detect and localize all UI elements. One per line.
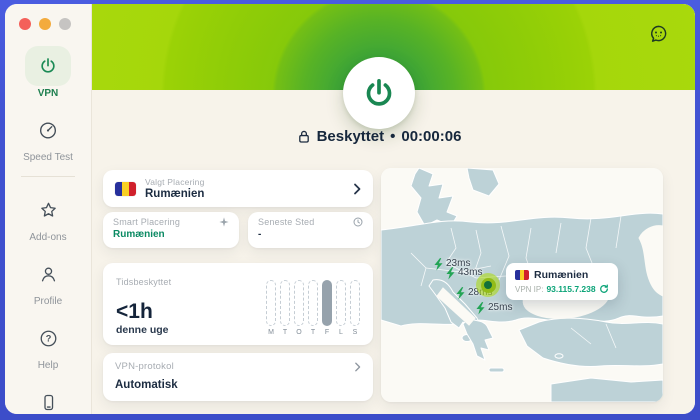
sidebar-item-label: VPN (38, 88, 59, 99)
sidebar-item-label: Profile (34, 296, 62, 307)
day-label: O (294, 329, 304, 336)
last-location-label: Seneste Sted (258, 217, 314, 227)
sidebar-item-speed-test[interactable]: Speed Test (23, 110, 73, 163)
day-label: T (308, 329, 318, 336)
day-label: S (350, 329, 360, 336)
svg-text:?: ? (45, 333, 51, 343)
usage-bar (280, 280, 290, 326)
vpn-ip-label: VPN IP: (515, 285, 543, 294)
close-icon[interactable] (19, 18, 31, 30)
connected-location-marker (476, 273, 500, 297)
smart-location-value: Rumænien (113, 229, 229, 240)
selected-location-value: Rumænien (145, 188, 344, 200)
window-controls (19, 18, 71, 30)
status-label: Beskyttet (317, 128, 385, 145)
day-labels: M T O T F L S (266, 329, 360, 336)
chevron-right-icon (353, 183, 361, 195)
sidebar-item-label: Add-ons (29, 232, 66, 243)
sidebar: VPN Speed Test Add-ons (5, 4, 92, 414)
bolt-icon (433, 258, 444, 271)
help-circle-icon: ? (25, 318, 71, 358)
romania-flag-icon (515, 270, 529, 280)
time-protected-value: <1h (116, 301, 169, 322)
sidebar-item-vpn[interactable]: VPN (25, 46, 71, 99)
user-icon (25, 254, 71, 294)
latency-pin: 25ms (475, 302, 512, 315)
usage-bar (336, 280, 346, 326)
bolt-icon (475, 302, 486, 315)
vpn-protocol-label: VPN-protokol (115, 361, 174, 372)
connection-status: Beskyttet • 00:00:06 (92, 128, 666, 145)
usage-bar (294, 280, 304, 326)
bolt-icon (445, 267, 456, 280)
sidebar-divider (21, 176, 75, 177)
tooltip-country: Rumænien (534, 269, 588, 281)
clock-icon (353, 217, 363, 227)
power-icon (25, 46, 71, 86)
smart-location-label: Smart Placering (113, 217, 180, 227)
chevron-right-icon (354, 362, 361, 372)
desktop-background: VPN Speed Test Add-ons (0, 0, 700, 420)
bolt-icon (455, 287, 466, 300)
last-location-value: - (258, 229, 363, 240)
latency-value: 25ms (488, 302, 512, 313)
smart-location-card[interactable]: Smart Placering Rumænien (103, 212, 239, 248)
main-area: Beskyttet • 00:00:06 Valgt Placering Rum… (92, 4, 695, 414)
last-location-card[interactable]: Seneste Sted - (248, 212, 373, 248)
sidebar-item-label: Speed Test (23, 152, 73, 163)
fullscreen-icon[interactable] (59, 18, 71, 30)
vpn-protocol-card[interactable]: VPN-protokol Automatisk (103, 353, 373, 401)
sparkle-icon (219, 217, 229, 227)
vpn-ip-value: 93.115.7.238 (546, 284, 595, 294)
day-label: M (266, 329, 276, 336)
sidebar-item-label: Help (38, 360, 59, 371)
day-label: T (280, 329, 290, 336)
usage-bar (350, 280, 360, 326)
sidebar-item-add-ons[interactable]: Add-ons (25, 190, 71, 243)
selected-location-card[interactable]: Valgt Placering Rumænien (103, 170, 373, 207)
sidebar-item-profile[interactable]: Profile (25, 254, 71, 307)
star-icon (25, 190, 71, 230)
power-icon (362, 76, 396, 110)
lock-icon (297, 129, 311, 144)
gauge-icon (25, 110, 71, 150)
feedback-chat-icon[interactable] (648, 23, 669, 44)
usage-bars (266, 280, 360, 326)
romania-flag-icon (115, 182, 136, 196)
weekly-usage-chart: M T O T F L S (266, 280, 360, 336)
time-protected-card: Tidsbeskyttet <1h denne uge (103, 263, 373, 345)
sidebar-nav: VPN Speed Test Add-ons (5, 46, 91, 414)
time-protected-period: denne uge (116, 324, 169, 336)
minimize-icon[interactable] (39, 18, 51, 30)
day-label: L (336, 329, 346, 336)
power-button[interactable] (343, 57, 415, 129)
selected-location-label: Valgt Placering (145, 177, 344, 187)
usage-bar (266, 280, 276, 326)
usage-bar-active (322, 280, 332, 326)
server-tooltip: Rumænien VPN IP: 93.115.7.238 (506, 263, 618, 300)
time-protected-summary: <1h denne uge (116, 301, 169, 336)
vpn-protocol-value: Automatisk (115, 379, 361, 391)
usage-bar (308, 280, 318, 326)
map-card: 23ms 43ms 28ms 25ms (381, 168, 663, 402)
day-label: F (322, 329, 332, 336)
refresh-icon[interactable] (599, 284, 609, 294)
session-timer: 00:00:06 (401, 128, 461, 145)
sidebar-item-help[interactable]: ? Help (25, 318, 71, 371)
sidebar-item-go-mobile[interactable]: Go Mobile (25, 382, 71, 414)
status-separator: • (390, 128, 395, 145)
phone-icon (25, 382, 71, 414)
vpn-app-window: VPN Speed Test Add-ons (5, 4, 695, 414)
